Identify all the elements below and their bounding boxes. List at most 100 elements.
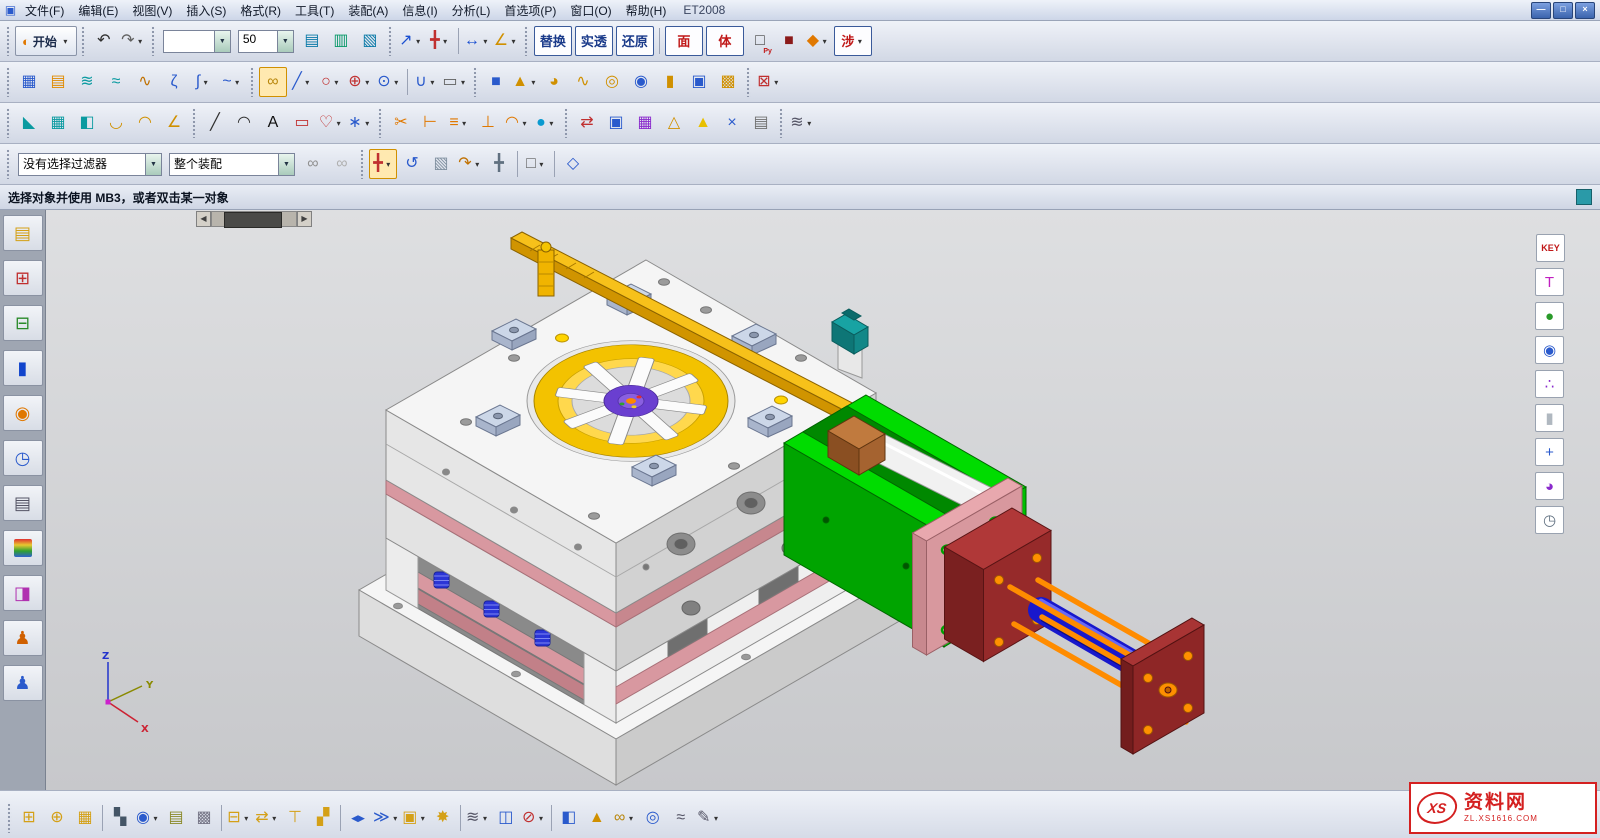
- orient-view-icon[interactable]: ↷▾: [456, 149, 484, 179]
- layer-category-icon[interactable]: ▧: [356, 26, 384, 56]
- spheres-icon[interactable]: ◉: [1535, 336, 1564, 364]
- dropdown-arrow-icon[interactable]: ▾: [61, 37, 70, 46]
- history-icon[interactable]: ◷: [3, 440, 43, 476]
- copy-object-icon[interactable]: ▣: [602, 108, 630, 138]
- line-icon[interactable]: ╱▾: [288, 67, 316, 97]
- toolbar-grip[interactable]: [6, 149, 11, 179]
- mating-icon[interactable]: ▞: [309, 803, 337, 833]
- graphics-viewport[interactable]: Z Y X ◀ ▶ KEYT●◉∴▮+◕◷: [46, 210, 1600, 790]
- slider-right-arrow-icon[interactable]: ▶: [297, 211, 312, 227]
- smart-assembly-icon[interactable]: ▩: [190, 803, 218, 833]
- dropdown-arrow-icon[interactable]: ▾: [136, 37, 145, 46]
- slider-track[interactable]: [211, 211, 297, 227]
- dropdown-arrow-icon[interactable]: ▾: [473, 160, 482, 169]
- add-component-icon[interactable]: ⊞: [15, 803, 43, 833]
- template-icon[interactable]: T: [1535, 268, 1564, 296]
- layer-settings-icon[interactable]: ▤: [298, 26, 326, 56]
- menu-preferences[interactable]: 首选项(P): [497, 1, 563, 20]
- scale-body-icon[interactable]: △: [660, 108, 688, 138]
- toolbar-grip[interactable]: [151, 26, 156, 56]
- clipboard-icon[interactable]: ▤: [747, 108, 775, 138]
- droplet-icon[interactable]: ●▾: [532, 108, 560, 138]
- dropdown-arrow-icon[interactable]: ▾: [428, 78, 437, 87]
- pad-icon[interactable]: ▩: [714, 67, 742, 97]
- menu-tools[interactable]: 工具(T): [288, 1, 341, 20]
- rotate-view-icon[interactable]: ↺: [398, 149, 426, 179]
- toolbar-grip[interactable]: [81, 26, 86, 56]
- toolbar-grip[interactable]: [378, 108, 383, 138]
- project-curve-icon[interactable]: ⊥: [474, 108, 502, 138]
- clock-icon[interactable]: ◷: [1535, 506, 1564, 534]
- dropdown-arrow-icon[interactable]: ▾: [711, 814, 720, 823]
- unite-icon[interactable]: ∪▾: [412, 67, 440, 97]
- dropdown-arrow-icon[interactable]: ▾: [547, 119, 556, 128]
- checker-cube-icon[interactable]: ▚: [106, 803, 134, 833]
- dropdown-arrow-icon[interactable]: ▾: [363, 119, 372, 128]
- helix-icon[interactable]: ζ: [160, 67, 188, 97]
- drafting-sheet-icon[interactable]: ▤: [44, 67, 72, 97]
- toolbar-grip[interactable]: [779, 108, 784, 138]
- translucency-button[interactable]: 实透: [575, 26, 613, 56]
- toolbar-grip[interactable]: [524, 26, 529, 56]
- toolbar-grip[interactable]: [360, 149, 365, 179]
- simple-interference-icon[interactable]: ⊠▾: [755, 67, 783, 97]
- dropdown-arrow-icon[interactable]: ▾: [242, 814, 251, 823]
- move-component-icon[interactable]: ⇄▾: [253, 803, 281, 833]
- revolve-icon[interactable]: ◕: [540, 67, 568, 97]
- red-solid-icon[interactable]: ■: [775, 26, 803, 56]
- menu-assemblies[interactable]: 装配(A): [341, 1, 395, 20]
- isolate-component-icon[interactable]: ◎: [639, 803, 667, 833]
- offset-curve-icon[interactable]: ≡▾: [445, 108, 473, 138]
- open-component-icon[interactable]: ▤: [162, 803, 190, 833]
- copy-feature-icon[interactable]: □Py: [746, 26, 774, 56]
- toolbar-grip[interactable]: [250, 67, 255, 97]
- hole-icon[interactable]: ◉: [627, 67, 655, 97]
- draft-icon[interactable]: ∠: [160, 108, 188, 138]
- new-component-icon[interactable]: ⊕: [43, 803, 71, 833]
- dropdown-arrow-icon[interactable]: ▾: [332, 78, 341, 87]
- attributes-icon[interactable]: ✎▾: [695, 803, 723, 833]
- rectangle-icon[interactable]: ▭: [288, 108, 316, 138]
- dropdown-arrow-icon[interactable]: ▾: [363, 78, 372, 87]
- measure-distance-icon[interactable]: ↔▾: [463, 26, 491, 56]
- user-tools-icon[interactable]: ♟: [3, 665, 43, 701]
- csys-icon[interactable]: ╋▾: [426, 26, 454, 56]
- menu-window[interactable]: 窗口(O): [563, 1, 618, 20]
- visualization-icon[interactable]: [3, 530, 43, 566]
- slider-thumb[interactable]: [224, 212, 282, 228]
- dropdown-arrow-icon[interactable]: ▾: [418, 814, 427, 823]
- combo-arrow-icon[interactable]: ▼: [214, 31, 230, 52]
- dropdown-arrow-icon[interactable]: ▾: [391, 814, 400, 823]
- toolbar-grip[interactable]: [473, 67, 478, 97]
- studio-spline-icon[interactable]: ~▾: [218, 67, 246, 97]
- clearance-analysis-icon[interactable]: ⊘▾: [520, 803, 548, 833]
- arrangements-icon[interactable]: ▣▾: [401, 803, 429, 833]
- bounded-plane-icon[interactable]: ◣: [15, 108, 43, 138]
- offset-surface-icon[interactable]: ◧: [73, 108, 101, 138]
- reuse-library-icon[interactable]: ▮: [3, 350, 43, 386]
- move-object-icon[interactable]: ⇄: [573, 108, 601, 138]
- menu-file[interactable]: 文件(F): [18, 1, 71, 20]
- combo-arrow-icon[interactable]: ▼: [277, 31, 293, 52]
- vial-icon[interactable]: ▮: [1535, 404, 1564, 432]
- toolbar-grip[interactable]: [6, 108, 11, 138]
- slider-left-arrow-icon[interactable]: ◀: [196, 211, 211, 227]
- replace-component-icon[interactable]: ⊟▾: [225, 803, 253, 833]
- clay-model-icon[interactable]: ●: [1535, 302, 1564, 330]
- assembly-scope-combo[interactable]: 整个装配▼: [169, 153, 295, 176]
- product-outline-icon[interactable]: ◫: [492, 803, 520, 833]
- dropdown-arrow-icon[interactable]: ▾: [303, 78, 312, 87]
- body-button[interactable]: 体: [706, 26, 744, 56]
- sweep-along-guide-icon[interactable]: ∿: [569, 67, 597, 97]
- solid-cube-icon[interactable]: ■: [482, 67, 510, 97]
- interpart-wave-icon[interactable]: ≋▾: [464, 803, 492, 833]
- delete-icon[interactable]: ×: [718, 108, 746, 138]
- fillet-icon[interactable]: ◡: [102, 108, 130, 138]
- extrude-icon[interactable]: ▲▾: [511, 67, 539, 97]
- snap-point-icon[interactable]: ╋▾: [369, 149, 397, 179]
- wave-geometry-icon[interactable]: ≋▾: [788, 108, 816, 138]
- toolbar-grip[interactable]: [7, 803, 12, 833]
- wave-editor-icon[interactable]: ≈: [667, 803, 695, 833]
- key-icon[interactable]: KEY: [1536, 234, 1565, 262]
- point-icon[interactable]: ⊕▾: [346, 67, 374, 97]
